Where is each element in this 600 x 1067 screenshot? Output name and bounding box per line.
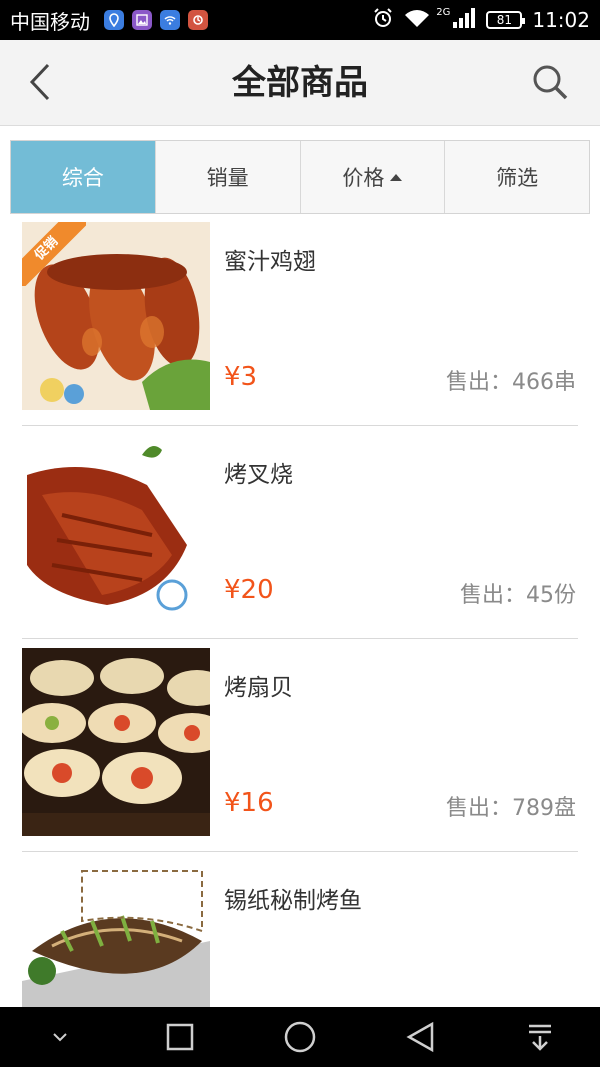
pull-down-icon [529, 1024, 551, 1051]
promo-badge: 促销 [22, 222, 86, 286]
product-price: ¥20 [224, 575, 274, 605]
square-icon [166, 1023, 194, 1051]
product-price: ¥16 [224, 788, 274, 818]
product-sold-count: 售出：45份 [460, 583, 576, 608]
back-nav-button[interactable] [390, 1007, 450, 1067]
page-title: 全部商品 [232, 63, 368, 103]
clock: 11:02 [532, 8, 590, 32]
tab-label: 价格 [342, 166, 385, 190]
system-nav-bar [0, 1007, 600, 1067]
carrier-name: 中国移动 [10, 9, 90, 34]
tab-label: 综合 [61, 166, 104, 190]
tab-price[interactable]: 价格 [301, 141, 446, 213]
product-image [22, 435, 210, 623]
tab-label: 销量 [206, 166, 249, 190]
product-name: 蜜汁鸡翅 [224, 249, 316, 275]
product-sold-count: 售出：466串 [446, 370, 576, 395]
sort-tabs: 综合 销量 价格 筛选 [10, 140, 590, 214]
product-name: 烤扇贝 [224, 675, 293, 701]
battery-indicator: 81 [486, 11, 526, 29]
tab-sales[interactable]: 销量 [156, 141, 301, 213]
product-image: 促销 [22, 222, 210, 410]
tab-label: 筛选 [496, 166, 539, 190]
promo-label: 促销 [22, 222, 86, 286]
tab-filter[interactable]: 筛选 [445, 141, 589, 213]
tab-comprehensive[interactable]: 综合 [11, 141, 156, 213]
circle-icon [284, 1021, 316, 1053]
gallery-icon [132, 10, 152, 30]
hide-nav-button[interactable] [30, 1007, 90, 1067]
product-image [22, 648, 210, 836]
product-item[interactable]: 促销 蜜汁鸡翅 ¥3 售出：466串 [22, 214, 578, 426]
product-item[interactable]: 烤叉烧 ¥20 售出：45份 [22, 427, 578, 639]
signal-icon [452, 8, 476, 32]
status-bar: 中国移动 2G 81 11:02 [0, 0, 600, 40]
home-button[interactable] [270, 1007, 330, 1067]
notification-pull-button[interactable] [510, 1007, 570, 1067]
triangle-back-icon [406, 1021, 434, 1053]
search-icon [533, 65, 568, 100]
caret-up-icon [390, 173, 403, 181]
network-type: 2G [436, 6, 451, 18]
wifi-icon [404, 8, 430, 32]
search-button[interactable] [528, 60, 572, 104]
product-name: 烤叉烧 [224, 462, 293, 488]
alarm-icon [372, 7, 394, 33]
back-button[interactable] [18, 60, 62, 104]
chevron-down-icon [53, 1033, 67, 1042]
product-price: ¥3 [224, 362, 258, 392]
product-item[interactable]: 烤扇贝 ¥16 售出：789盘 [22, 640, 578, 852]
chevron-left-icon [29, 63, 50, 101]
product-name: 锡纸秘制烤鱼 [224, 888, 362, 914]
location-icon [104, 10, 124, 30]
app-header: 全部商品 [0, 40, 600, 126]
app-notification-icon [188, 10, 208, 30]
product-sold-count: 售出：789盘 [446, 796, 576, 821]
recents-button[interactable] [150, 1007, 210, 1067]
wifi-app-icon [160, 10, 180, 30]
